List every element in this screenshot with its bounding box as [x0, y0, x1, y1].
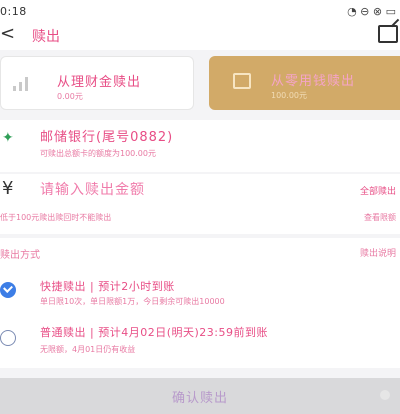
redeem-from-wealth-option[interactable]: 从理财金赎出 0.00元 [0, 56, 194, 110]
redeem-all-link[interactable]: 全部赎出 [360, 184, 396, 197]
amount-input[interactable]: 请输入赎出金额 [40, 179, 145, 199]
fast-redeem-title[interactable]: 快捷赎出 | 预计2小时到账 [40, 278, 175, 294]
wealth-option-label: 从理财金赎出 [57, 75, 142, 90]
fast-redeem-sub: 单日限10次，单日限额1万，今日剩余可赎出10000 [40, 297, 225, 306]
flexible-option-label: 从零用钱赎出 [271, 74, 356, 89]
redeem-from-flexible-option[interactable]: 从零用钱赎出 100.00元 [209, 56, 400, 110]
flexible-option-balance: 100.00元 [271, 91, 307, 100]
status-icons: ◔ ⊖ ⊗ ▭ [347, 5, 396, 18]
normal-redeem-radio[interactable] [0, 330, 16, 346]
back-button[interactable]: < [0, 24, 15, 44]
confirm-redeem-button[interactable]: 确认赎出 [0, 378, 400, 414]
status-time: 0:18 [0, 5, 27, 18]
normal-redeem-title[interactable]: 普通赎出 | 预计4月02日(明天)23:59前到账 [40, 324, 268, 340]
method-rules-link[interactable]: 赎出说明 [360, 246, 396, 259]
bank-card-row[interactable]: ✦ 邮储银行(尾号0882) 可赎出总额卡的额度为100.00元 [0, 120, 400, 172]
page-title: 赎出 [32, 29, 60, 45]
nav-bar: < 赎出 [0, 24, 400, 50]
normal-redeem-sub: 无限额，4月01日仍有收益 [40, 345, 136, 354]
status-bar: 0:18 ◔ ⊖ ⊗ ▭ [0, 0, 400, 24]
chart-icon [13, 75, 35, 91]
bank-name: 邮储银行(尾号0882) [40, 130, 174, 145]
share-icon[interactable] [378, 25, 398, 43]
amount-section: ¥ 请输入赎出金额 全部赎出 低于100元赎出赎回时不能赎出 查看限额 [0, 174, 400, 234]
fast-redeem-radio[interactable] [0, 282, 16, 298]
wallet-icon [233, 73, 251, 89]
confirm-redeem-label: 确认赎出 [171, 391, 228, 406]
currency-symbol: ¥ [2, 178, 14, 199]
view-limits-link[interactable]: 查看限额 [364, 212, 396, 223]
method-section-title: 赎出方式 [0, 250, 40, 261]
amount-note: 低于100元赎出赎回时不能赎出 [0, 213, 112, 222]
bank-limit-text: 可赎出总额卡的额度为100.00元 [40, 149, 156, 158]
bank-logo-icon: ✦ [2, 130, 14, 146]
wealth-option-balance: 0.00元 [57, 92, 83, 101]
redeem-method-section: 赎出方式 赎出说明 快捷赎出 | 预计2小时到账 单日限10次，单日限额1万，今… [0, 238, 400, 368]
loading-indicator-icon [380, 390, 390, 400]
